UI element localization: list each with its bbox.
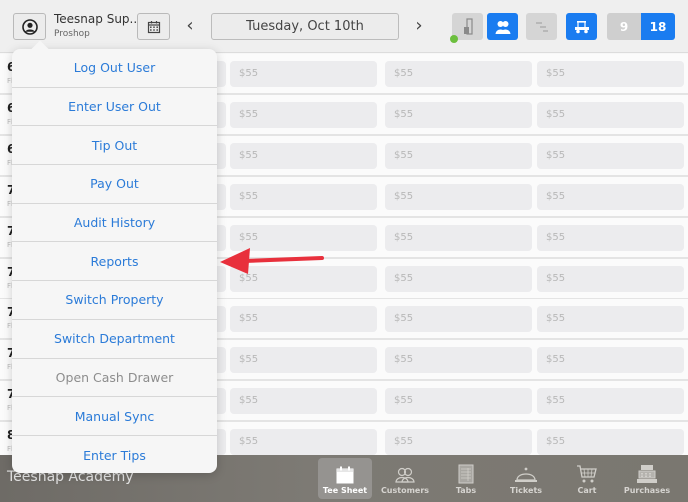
menu-item-enter-user-out[interactable]: Enter User Out [12,88,217,127]
player-slot[interactable]: $55 [230,183,377,210]
player-slot[interactable]: $55 [230,306,377,333]
user-name: Teesnap Sup... [54,12,141,26]
player-slot[interactable]: $55 [230,101,377,128]
player-slot[interactable]: $55 [385,142,532,169]
menu-item-switch-department[interactable]: Switch Department [12,320,217,359]
menu-item-tip-out[interactable]: Tip Out [12,126,217,166]
tabs-icon [458,464,474,484]
player-slot[interactable]: $55 [230,388,377,415]
menu-item-pay-out[interactable]: Pay Out [12,165,217,204]
player-slot[interactable]: $55 [537,183,684,210]
tab-purchases[interactable]: Purchases [620,458,674,499]
player-slot[interactable]: $55 [537,61,684,87]
player-slot[interactable]: $55 [385,265,532,292]
tab-label: Tee Sheet [322,486,368,495]
tab-label: Purchases [623,486,671,495]
tab-label: Cart [577,486,597,495]
player-slot[interactable]: $55 [230,142,377,169]
player-slot[interactable]: $55 [385,101,532,128]
player-slot[interactable]: $55 [385,61,532,87]
previous-day-button[interactable]: ‹ [181,14,199,38]
player-slot[interactable]: $55 [230,347,377,374]
tab-label: Tabs [455,486,477,495]
calendar-button[interactable] [137,13,170,40]
player-slot[interactable]: $55 [537,101,684,128]
player-slot[interactable]: $55 [385,224,532,251]
tab-tee-sheet[interactable]: Tee Sheet [318,458,372,499]
tab-label: Customers [380,486,430,495]
menu-item-manual-sync[interactable]: Manual Sync [12,397,217,436]
golf-cart-icon [574,20,589,33]
tab-label: Tickets [509,486,543,495]
connection-status-dot [450,35,458,43]
group-view-button[interactable] [487,13,518,40]
menu-item-open-cash-drawer: Open Cash Drawer [12,359,217,398]
player-slot[interactable]: $55 [230,61,377,87]
player-slot[interactable]: $55 [385,183,532,210]
calendar-icon [147,20,160,33]
cart-icon [577,465,597,483]
next-day-button[interactable]: › [410,14,428,38]
user-menu-popover: Log Out User Enter User Out Tip Out Pay Out… [12,40,217,475]
calendar-icon [336,466,354,484]
player-slot[interactable]: $55 [385,429,532,456]
player-slot[interactable]: $55 [385,347,532,374]
user-menu-list: Log Out User Enter User Out Tip Out Pay Out… [12,49,217,475]
player-slot[interactable]: $55 [537,306,684,333]
user-avatar-icon [21,18,38,35]
layout-button[interactable] [526,13,557,40]
player-slot[interactable]: $55 [537,265,684,292]
player-slot[interactable]: $55 [537,429,684,456]
player-slot[interactable]: $55 [537,224,684,251]
player-slot[interactable]: $55 [385,388,532,415]
tab-customers[interactable]: Customers [378,458,432,499]
tab-cart[interactable]: Cart [560,458,614,499]
menu-item-switch-property[interactable]: Switch Property [12,281,217,320]
user-menu-button[interactable] [13,13,46,40]
date-selector[interactable]: Tuesday, Oct 10th [211,13,399,40]
player-slot[interactable]: $55 [230,429,377,456]
user-department: Proshop [54,29,90,39]
annotation-arrow-icon [220,248,324,274]
menu-item-enter-tips[interactable]: Enter Tips [12,436,217,475]
cloche-icon [515,467,537,482]
holes-18-option[interactable]: 18 [641,13,675,40]
tab-tabs[interactable]: Tabs [439,458,493,499]
player-slot[interactable]: $55 [385,306,532,333]
layout-icon [535,21,548,32]
holes-toggle[interactable]: 9 18 [607,13,675,40]
player-slot[interactable]: $55 [537,142,684,169]
app: Teesnap Sup... Proshop ‹ Tuesday, Oct 10… [0,0,688,502]
customers-icon [395,467,415,483]
player-slot[interactable]: $55 [537,347,684,374]
group-icon [495,20,510,34]
menu-item-audit-history[interactable]: Audit History [12,204,217,243]
menu-item-reports[interactable]: Reports [12,242,217,282]
register-icon [637,465,657,483]
tab-tickets[interactable]: Tickets [499,458,553,499]
device-icon [463,17,473,35]
holes-9-option[interactable]: 9 [607,13,641,40]
cart-view-button[interactable] [566,13,597,40]
player-slot[interactable]: $55 [537,388,684,415]
menu-item-log-out-user[interactable]: Log Out User [12,49,217,88]
top-bar: Teesnap Sup... Proshop ‹ Tuesday, Oct 10… [0,0,688,53]
